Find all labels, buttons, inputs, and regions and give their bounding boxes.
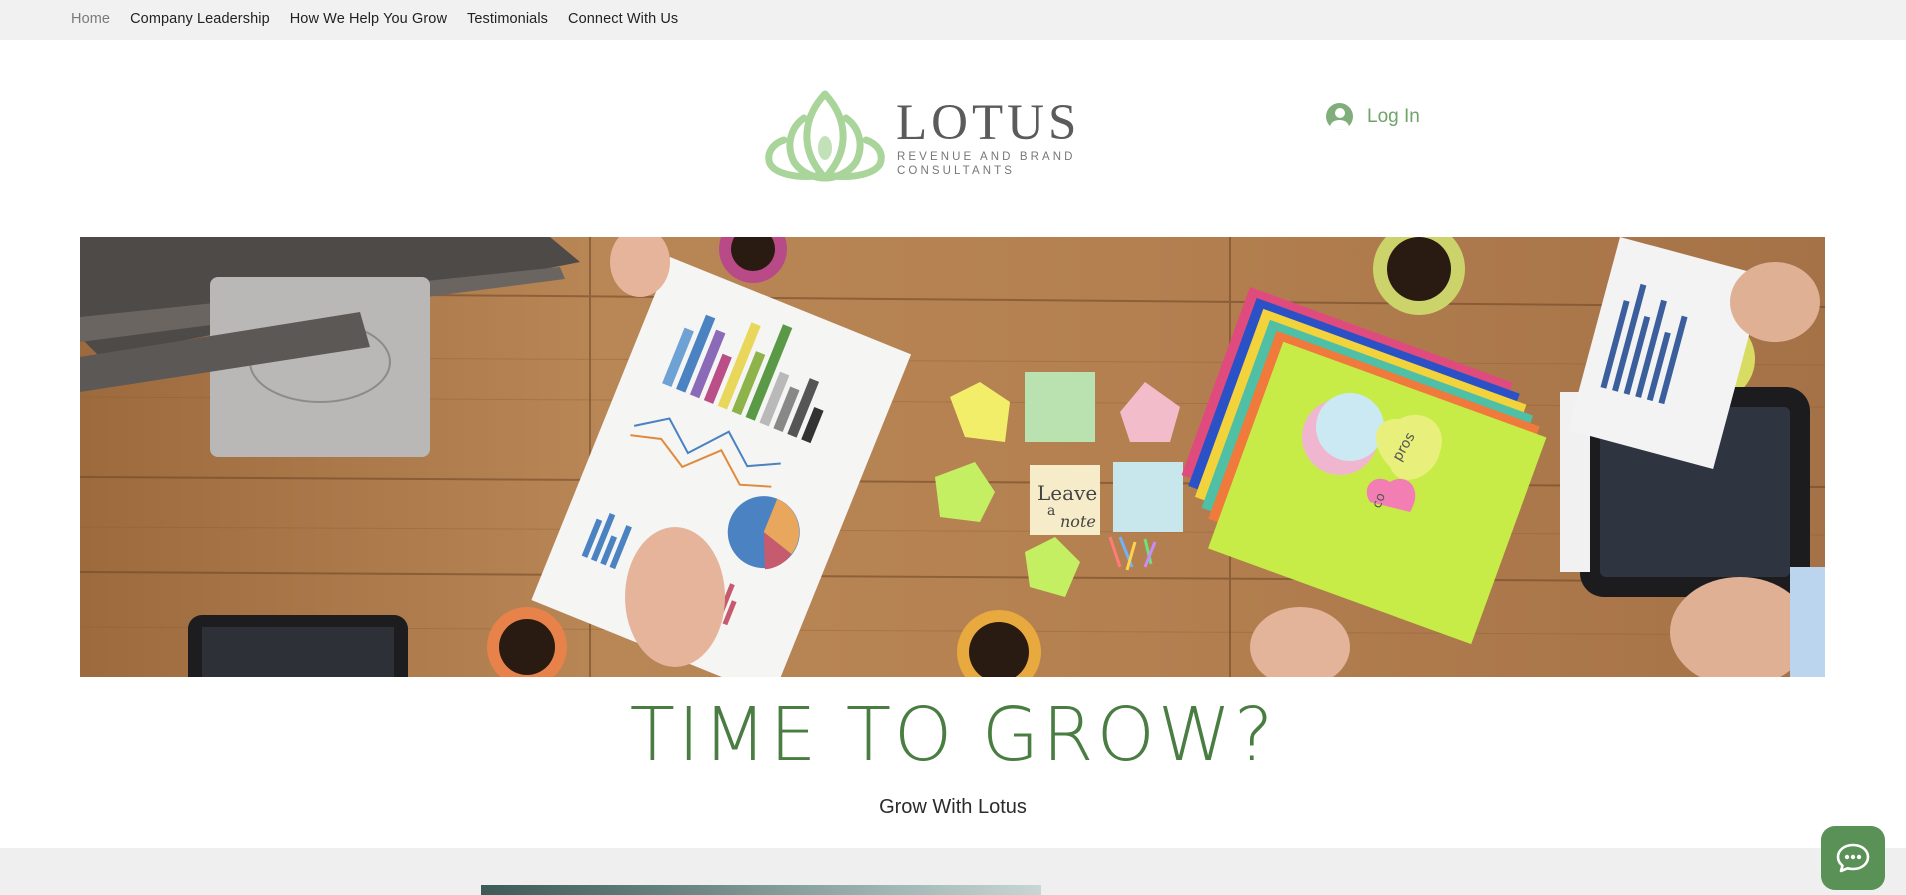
page-headline: TIME TO GROW? [629, 692, 1277, 778]
page-subheadline: Grow With Lotus [879, 796, 1027, 818]
logo-tagline-line1: REVENUE AND BRAND [897, 151, 1076, 163]
logo-wordmark: LOTUS [896, 95, 1081, 151]
note-text-2: a [1047, 503, 1055, 519]
nav-menu: Home Company Leadership How We Help You … [71, 11, 698, 27]
nav-item-company-leadership[interactable]: Company Leadership [130, 11, 270, 27]
next-section-image [481, 885, 1041, 895]
nav-item-connect[interactable]: Connect With Us [568, 11, 678, 27]
office-desk-photo: Leave a note pros co [80, 237, 1825, 677]
nav-item-home[interactable]: Home [71, 11, 110, 27]
nav-item-testimonials[interactable]: Testimonials [467, 11, 548, 27]
hero-image: Leave a note pros co [80, 237, 1825, 677]
user-avatar-icon [1326, 103, 1353, 130]
nav-item-how-we-help[interactable]: How We Help You Grow [290, 11, 447, 27]
note-text-1: Leave [1037, 481, 1097, 505]
lotus-flower-icon [765, 90, 885, 182]
login-button[interactable]: Log In [1326, 103, 1420, 130]
note-text-3: note [1060, 512, 1096, 531]
logo-tagline-line2: CONSULTANTS [897, 165, 1016, 177]
chat-bubble-icon [1836, 843, 1870, 873]
login-label: Log In [1367, 105, 1420, 127]
top-navigation: Home Company Leadership How We Help You … [0, 0, 1906, 40]
logo-tagline: REVENUE AND BRAND CONSULTANTS [897, 150, 1076, 178]
chat-button[interactable] [1821, 826, 1885, 890]
site-logo[interactable]: LOTUS REVENUE AND BRAND CONSULTANTS [764, 88, 1076, 188]
